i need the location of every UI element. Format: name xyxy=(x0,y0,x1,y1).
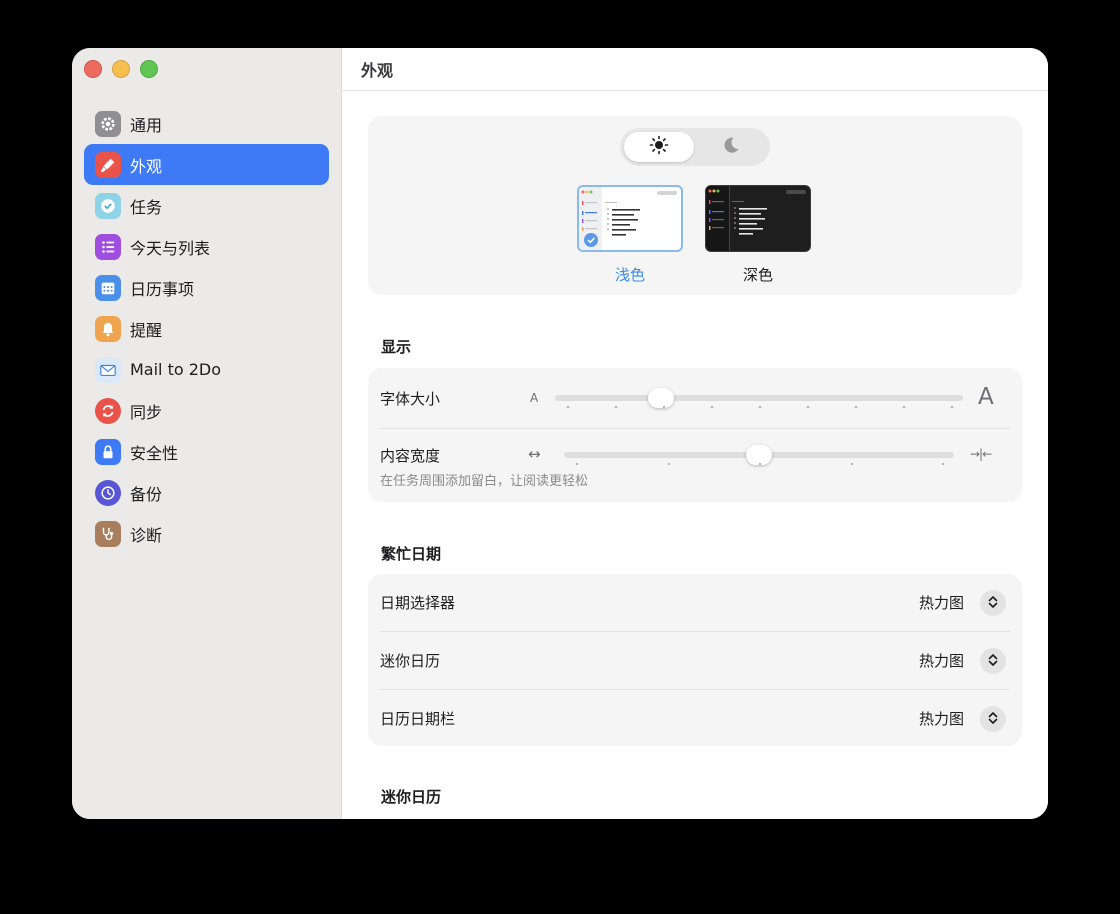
chevron-up-down-icon xyxy=(987,594,999,613)
minimize-window-button[interactable] xyxy=(112,60,130,78)
content-width-narrow-glyph: ↔ xyxy=(528,445,541,463)
slider-tick xyxy=(711,406,713,408)
display-divider xyxy=(380,428,1010,429)
sidebar-item-mail-to-2do[interactable]: Mail to 2Do xyxy=(84,349,329,390)
slider-tick xyxy=(668,463,670,465)
slider-tick xyxy=(903,406,905,408)
sidebar-item-label: Mail to 2Do xyxy=(130,360,222,379)
date-picker-popup-button[interactable] xyxy=(980,590,1006,616)
moon-icon xyxy=(721,135,741,159)
slider-tick xyxy=(576,463,578,465)
font-size-slider[interactable] xyxy=(555,388,963,408)
sidebar-item-general[interactable]: 通用 xyxy=(84,103,329,144)
window-controls xyxy=(84,60,158,78)
sidebar-item-backup[interactable]: 备份 xyxy=(84,472,329,513)
appearance-card: 浅色 深色 xyxy=(368,116,1022,295)
main-pane: 外观 浅色 深色 显示 字体大小 A A 内容宽度 ↔ →|← 在任务周围添加留… xyxy=(342,48,1048,819)
sync-icon xyxy=(95,397,121,424)
mini-calendar-row: 迷你日历 热力图 xyxy=(368,632,1022,689)
slider-tick xyxy=(615,406,617,408)
page-title: 外观 xyxy=(342,48,1048,91)
clock-icon xyxy=(95,479,121,506)
dark-theme-label[interactable]: 深色 xyxy=(705,264,811,285)
sidebar-item-label: 备份 xyxy=(130,484,163,504)
sidebar-item-label: 今天与列表 xyxy=(130,238,211,258)
content-width-hint: 在任务周围添加留白，让阅读更轻松 xyxy=(380,474,589,489)
calendar-icon xyxy=(95,274,121,301)
light-mode-button[interactable] xyxy=(624,132,694,162)
sidebar-item-label: 同步 xyxy=(130,402,163,422)
mini-calendar-section-title: 迷你日历 xyxy=(381,788,442,806)
bell-icon xyxy=(95,315,121,342)
paintbrush-icon xyxy=(95,151,121,178)
calendar-date-bar-value[interactable]: 热力图 xyxy=(919,708,964,729)
date-picker-row: 日期选择器 热力图 xyxy=(368,574,1022,631)
appearance-mode-toggle xyxy=(620,128,770,166)
slider-tick xyxy=(942,463,944,465)
stethoscope-icon xyxy=(95,520,121,547)
lock-icon xyxy=(95,438,121,465)
slider-tick xyxy=(855,406,857,408)
light-theme-thumbnail[interactable] xyxy=(577,185,683,252)
gear-icon xyxy=(95,110,121,137)
sidebar-item-calendar-events[interactable]: 日历事项 xyxy=(84,267,329,308)
checkmark-icon xyxy=(95,192,121,219)
sidebar-item-label: 安全性 xyxy=(130,443,179,463)
date-picker-label: 日期选择器 xyxy=(380,594,456,612)
dark-theme-thumbnail[interactable] xyxy=(705,185,811,252)
content-width-slider-knob[interactable] xyxy=(746,445,772,465)
slider-tick xyxy=(663,406,665,408)
sidebar-item-label: 提醒 xyxy=(130,320,163,340)
sidebar-nav: 通用 外观 任务 今天与列表 日历事项 提醒 Mail to 2Do 同步 安全… xyxy=(84,103,329,554)
sidebar-item-label: 任务 xyxy=(130,197,163,217)
zoom-window-button[interactable] xyxy=(140,60,158,78)
mini-calendar-popup-button[interactable] xyxy=(980,648,1006,674)
slider-tick xyxy=(567,406,569,408)
sidebar-item-label: 诊断 xyxy=(130,525,163,545)
sidebar-item-label: 外观 xyxy=(130,156,163,176)
sidebar-item-label: 日历事项 xyxy=(130,279,195,299)
mail-icon xyxy=(95,356,121,383)
sidebar: 通用 外观 任务 今天与列表 日历事项 提醒 Mail to 2Do 同步 安全… xyxy=(72,48,342,819)
calendar-date-bar-row: 日历日期栏 热力图 xyxy=(368,690,1022,747)
sidebar-item-sync[interactable]: 同步 xyxy=(84,390,329,431)
busy-dates-card: 日期选择器 热力图 迷你日历 热力图 日历日期栏 热力图 xyxy=(368,574,1022,746)
close-window-button[interactable] xyxy=(84,60,102,78)
slider-tick xyxy=(951,406,953,408)
display-section-title: 显示 xyxy=(381,338,412,356)
sidebar-item-diagnostics[interactable]: 诊断 xyxy=(84,513,329,554)
calendar-date-bar-label: 日历日期栏 xyxy=(380,710,456,728)
sidebar-item-appearance[interactable]: 外观 xyxy=(84,144,329,185)
date-picker-value[interactable]: 热力图 xyxy=(919,592,964,613)
sidebar-item-reminders[interactable]: 提醒 xyxy=(84,308,329,349)
font-size-small-glyph: A xyxy=(530,391,539,405)
sidebar-item-today-lists[interactable]: 今天与列表 xyxy=(84,226,329,267)
settings-window: 通用 外观 任务 今天与列表 日历事项 提醒 Mail to 2Do 同步 安全… xyxy=(72,48,1048,819)
slider-tick xyxy=(851,463,853,465)
dark-mode-button[interactable] xyxy=(696,132,766,162)
mini-calendar-label: 迷你日历 xyxy=(380,652,441,670)
sidebar-item-tasks[interactable]: 任务 xyxy=(84,185,329,226)
busy-dates-section-title: 繁忙日期 xyxy=(381,545,442,563)
chevron-up-down-icon xyxy=(987,710,999,729)
content-width-label: 内容宽度 xyxy=(380,447,441,465)
sidebar-item-security[interactable]: 安全性 xyxy=(84,431,329,472)
sidebar-item-label: 通用 xyxy=(130,115,163,135)
slider-tick xyxy=(759,463,761,465)
font-size-large-glyph: A xyxy=(978,384,994,410)
sun-icon xyxy=(649,135,669,159)
list-icon xyxy=(95,233,121,260)
slider-tick xyxy=(807,406,809,408)
calendar-date-bar-popup-button[interactable] xyxy=(980,706,1006,732)
font-size-slider-knob[interactable] xyxy=(648,388,674,408)
mini-calendar-value[interactable]: 热力图 xyxy=(919,650,964,671)
display-card: 字体大小 A A 内容宽度 ↔ →|← 在任务周围添加留白，让阅读更轻松 xyxy=(368,368,1022,502)
content-width-wide-glyph: →|← xyxy=(970,447,992,461)
content-width-slider[interactable] xyxy=(564,445,954,465)
slider-tick xyxy=(759,406,761,408)
font-size-label: 字体大小 xyxy=(380,390,441,408)
light-theme-label[interactable]: 浅色 xyxy=(577,264,683,285)
chevron-up-down-icon xyxy=(987,652,999,671)
